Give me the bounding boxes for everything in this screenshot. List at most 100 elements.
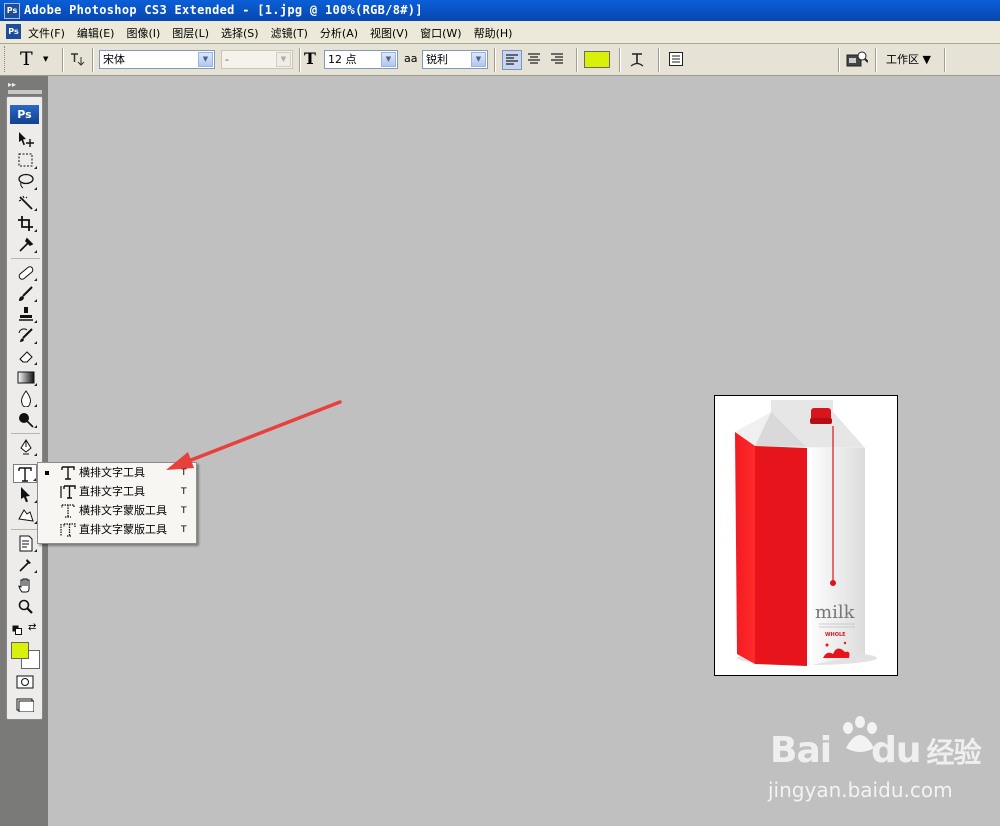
clone-stamp-tool[interactable] [15,305,37,324]
slice-icon [19,237,34,252]
baidu-url-text: jingyan.baidu.com [768,778,953,802]
text-color-swatch[interactable] [584,51,610,68]
menu-edit[interactable]: 编辑(E) [76,25,116,41]
workspace-menu-button[interactable]: 工作区 ▼ [886,51,931,67]
menu-file[interactable]: 文件(F) [27,25,66,41]
font-family-select[interactable]: 宋体 ▼ [99,50,215,69]
antialias-select[interactable]: 锐利 ▼ [422,50,488,69]
quick-selection-tool[interactable] [15,193,37,212]
quick-mask-icon [16,675,34,689]
gradient-icon [17,371,35,384]
menu-help[interactable]: 帮助(H) [473,25,514,41]
blur-drop-icon [21,390,31,407]
default-colors-icon[interactable] [12,624,22,638]
eraser-tool[interactable] [15,347,37,366]
notes-tool[interactable] [15,534,37,553]
healing-brush-tool[interactable] [15,263,37,282]
text-orientation-icon[interactable] [69,52,85,71]
vertical-type-mask-icon [60,523,76,537]
menu-filter[interactable]: 滤镜(T) [270,25,309,41]
warp-text-button[interactable] [628,50,646,73]
font-style-value: - [225,53,229,66]
marquee-tool[interactable] [15,151,37,170]
menu-select[interactable]: 选择(S) [220,25,260,41]
screen-mode-icon [16,698,35,713]
menu-window[interactable]: 窗口(W) [419,25,462,41]
carton-brand-text: milk [815,602,856,623]
warp-text-icon [630,53,644,67]
dodge-tool[interactable] [15,410,37,429]
flyout-item-horizontal-type[interactable]: 横排文字工具 T [38,464,196,482]
align-center-icon [528,53,540,64]
custom-shape-icon [18,509,34,522]
bridge-button[interactable] [846,50,869,73]
move-tool[interactable] [15,130,37,149]
ps-menu-icon[interactable]: Ps [6,24,21,39]
baidu-logo-text: Bai du 经验 [770,730,982,771]
font-size-select[interactable]: 12 点 ▼ [324,50,398,69]
toolbox-titlebar[interactable] [8,90,42,94]
palettes-icon [669,52,683,66]
toolbox: Ps ⇄ [6,96,43,720]
eyedropper-tool[interactable] [15,235,37,254]
menu-view[interactable]: 视图(V) [369,25,409,41]
document-canvas[interactable]: milk WHOLE [714,395,898,676]
color-sampler-tool[interactable] [15,555,37,574]
options-grip[interactable] [4,46,8,72]
align-center-button[interactable] [525,50,545,70]
lasso-tool[interactable] [15,172,37,191]
screen-mode-button[interactable] [16,698,35,715]
tool-preset-chevron-icon[interactable]: ▼ [43,55,48,63]
milk-carton-image: milk WHOLE [715,396,897,675]
pen-icon [20,439,32,455]
quick-mask-button[interactable] [16,675,34,692]
menu-bar: Ps 文件(F) 编辑(E) 图像(I) 图层(L) 选择(S) 滤镜(T) 分… [0,21,1000,44]
baidu-watermark: Bai du 经验 jingyan.baidu.com [760,712,1000,812]
gradient-tool[interactable] [15,368,37,387]
crop-tool[interactable] [15,214,37,233]
brush-icon [19,286,33,301]
font-size-chevron-icon: ▼ [381,52,396,67]
hand-icon [18,578,30,593]
carton-variant-text: WHOLE [825,632,846,638]
font-style-select[interactable]: - ▼ [221,50,293,69]
blur-tool[interactable] [15,389,37,408]
palettes-button[interactable] [668,51,684,70]
eyedropper-icon [19,559,31,572]
type-tool[interactable] [13,464,37,483]
zoom-icon [18,599,33,614]
type-icon [18,467,32,482]
align-left-button[interactable] [502,50,522,70]
tool-preset-icon[interactable]: T [20,48,33,70]
flyout-item-vertical-type[interactable]: 直排文字工具 T [38,483,196,501]
bridge-icon [846,51,869,67]
brush-tool[interactable] [15,284,37,303]
swap-colors-icon[interactable]: ⇄ [28,622,36,633]
font-family-chevron-icon: ▼ [198,52,213,67]
menu-analysis[interactable]: 分析(A) [319,25,359,41]
window-title: Adobe Photoshop CS3 Extended - [1.jpg @ … [24,3,423,17]
history-brush-tool[interactable] [15,326,37,345]
lasso-icon [18,173,34,189]
collapse-dock-icon[interactable]: ▸▸ [8,80,16,89]
crop-icon [18,216,33,231]
menu-image[interactable]: 图像(I) [125,25,161,41]
align-right-button[interactable] [548,50,568,70]
pen-tool[interactable] [15,438,37,457]
font-size-icon: T [304,49,316,68]
horizontal-type-icon [61,466,75,480]
custom-shape-tool[interactable] [15,506,37,525]
notes-icon [19,535,33,552]
rect-marquee-icon [18,153,33,167]
flyout-item-horizontal-type-mask[interactable]: 横排文字蒙版工具 T [38,502,196,520]
bandage-icon [18,266,34,280]
zoom-tool[interactable] [15,597,37,616]
menu-layer[interactable]: 图层(L) [171,25,210,41]
toolbox-ps-badge[interactable]: Ps [10,105,39,124]
flyout-item-vertical-type-mask[interactable]: 直排文字蒙版工具 T [38,521,196,539]
font-family-value: 宋体 [103,53,125,66]
options-bar: T ▼ 宋体 ▼ - ▼ T 12 点 ▼ aa 锐利 ▼ 工作区 ▼ [0,44,1000,76]
path-selection-tool[interactable] [15,485,37,504]
hand-tool[interactable] [15,576,37,595]
foreground-color-swatch[interactable] [11,642,29,659]
